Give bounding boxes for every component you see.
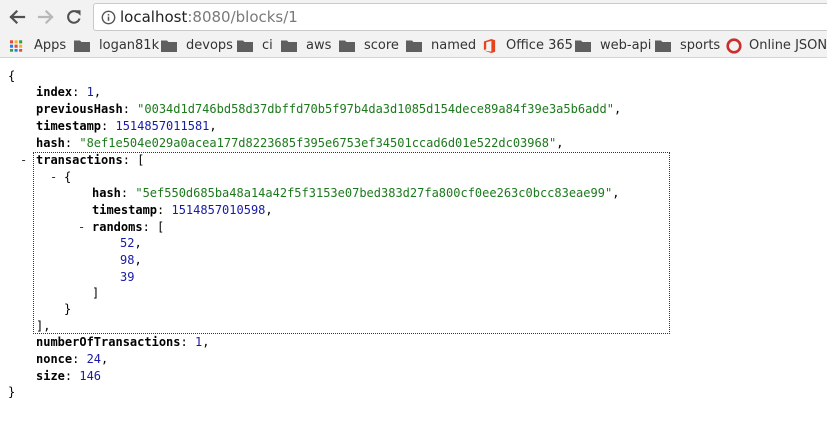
json-row-previous-hash: previousHash: "0034d1d746bd58d37dbffd70b… xyxy=(36,102,622,116)
url-path: :8080/blocks/1 xyxy=(187,8,298,26)
back-arrow-icon xyxy=(9,9,26,25)
bookmark-aws[interactable]: aws xyxy=(281,34,331,57)
bookmark-label: sports xyxy=(680,38,721,53)
bookmark-label: score xyxy=(364,38,399,53)
bookmark-web-api[interactable]: web-api xyxy=(575,34,651,57)
json-row-index: index: 1, xyxy=(36,85,102,99)
json-key: timestamp xyxy=(36,119,102,133)
bookmark-label: Online JSON Viewer xyxy=(749,38,827,53)
json-value: 1 xyxy=(86,85,94,99)
bookmark-office-365[interactable]: Office 365 xyxy=(482,34,573,57)
json-array-item: 98, xyxy=(120,253,142,267)
json-array-item: 52, xyxy=(120,236,142,250)
bookmark-label: named xyxy=(431,38,477,53)
json-value: "5ef550d685ba48a14a42f5f3153e07bed383d27… xyxy=(135,186,613,200)
bookmark-label: devops xyxy=(186,38,233,53)
reload-button[interactable] xyxy=(62,6,86,28)
info-icon xyxy=(101,10,116,25)
reload-icon xyxy=(67,10,81,24)
json-key: hash xyxy=(92,186,121,200)
json-key: hash xyxy=(36,136,65,150)
json-key: transactions xyxy=(36,153,123,167)
folder-icon xyxy=(339,40,355,52)
forward-arrow-icon xyxy=(37,9,54,25)
json-key: index xyxy=(36,85,73,99)
json-randoms-close-bracket: ] xyxy=(92,286,100,300)
json-value: 24 xyxy=(86,352,102,366)
url-host: localhost xyxy=(120,8,188,26)
back-button[interactable] xyxy=(5,6,29,28)
collapse-randoms-toggle[interactable]: - xyxy=(78,219,85,236)
json-transaction-close-brace: } xyxy=(64,302,72,316)
json-array-item: 39 xyxy=(120,270,135,284)
bookmark-label: logan81k xyxy=(99,38,160,53)
json-close-brace: } xyxy=(8,385,16,399)
json-value: 1514857011581 xyxy=(115,119,210,133)
bookmark-named[interactable]: named xyxy=(406,34,476,57)
bookmark-sports[interactable]: sports xyxy=(655,34,720,57)
json-transaction-open-brace: { xyxy=(64,170,72,184)
json-key: numberOfTransactions xyxy=(36,335,181,349)
json-row-randoms: randoms: [ xyxy=(92,220,165,234)
bookmark-ci[interactable]: ci xyxy=(237,34,273,57)
folder-icon xyxy=(161,40,177,52)
bookmark-label: Apps xyxy=(34,38,67,53)
json-value: "0034d1d746bd58d37dbffd70b5f97b4da3d1085… xyxy=(137,102,614,116)
address-bar[interactable]: localhost:8080/blocks/1 xyxy=(93,3,827,31)
url-text: localhost:8080/blocks/1 xyxy=(120,9,298,26)
json-key: previousHash xyxy=(36,102,123,116)
bookmark-online-json-viewer[interactable]: Online JSON Viewer xyxy=(726,34,827,57)
folder-icon xyxy=(655,40,671,52)
bookmark-devops[interactable]: devops xyxy=(161,34,233,57)
json-row-tx-timestamp: timestamp: 1514857010598, xyxy=(92,203,273,217)
bookmarks-bar: Apps logan81k devops ci aws score named … xyxy=(0,34,827,58)
apps-grid-icon xyxy=(10,39,23,52)
browser-toolbar: localhost:8080/blocks/1 xyxy=(0,0,827,34)
json-key: size xyxy=(36,369,65,383)
bookmark-score[interactable]: score xyxy=(339,34,399,57)
folder-icon xyxy=(281,40,297,52)
json-value: 1514857010598 xyxy=(171,203,266,217)
json-row-size: size: 146 xyxy=(36,369,102,383)
json-key: randoms xyxy=(92,220,143,234)
forward-button[interactable] xyxy=(34,6,58,28)
json-row-hash: hash: "8ef1e504e029a0acea177d8223685f395… xyxy=(36,136,564,150)
json-row-transactions: transactions: [ xyxy=(36,153,145,167)
bookmark-logan81k[interactable]: logan81k xyxy=(74,34,159,57)
json-value: 146 xyxy=(79,369,102,383)
bookmark-label: aws xyxy=(306,38,332,53)
folder-icon xyxy=(237,40,253,52)
bookmark-apps[interactable]: Apps xyxy=(10,34,66,57)
json-open-brace: { xyxy=(8,69,16,83)
bookmark-label: web-api xyxy=(600,38,652,53)
json-viewer: { index: 1, previousHash: "0034d1d746bd5… xyxy=(0,58,827,426)
json-row-nonce: nonce: 24, xyxy=(36,352,109,366)
office-icon xyxy=(483,38,496,53)
json-viewer-icon xyxy=(726,37,742,54)
bookmark-label: ci xyxy=(262,38,273,53)
bookmark-label: Office 365 xyxy=(506,38,573,53)
json-transactions-close-bracket: ], xyxy=(36,319,51,333)
folder-icon xyxy=(406,40,422,52)
json-key: nonce xyxy=(36,352,73,366)
json-value: "8ef1e504e029a0acea177d8223685f395e6753e… xyxy=(79,136,557,150)
collapse-transactions-toggle[interactable]: - xyxy=(20,152,27,169)
folder-icon xyxy=(575,40,591,52)
json-row-timestamp: timestamp: 1514857011581, xyxy=(36,119,217,133)
folder-icon xyxy=(74,40,90,52)
json-row-number-of-transactions: numberOfTransactions: 1, xyxy=(36,335,210,349)
json-row-tx-hash: hash: "5ef550d685ba48a14a42f5f3153e07bed… xyxy=(92,186,620,200)
json-key: timestamp xyxy=(92,203,158,217)
collapse-transaction-0-toggle[interactable]: - xyxy=(50,169,57,186)
